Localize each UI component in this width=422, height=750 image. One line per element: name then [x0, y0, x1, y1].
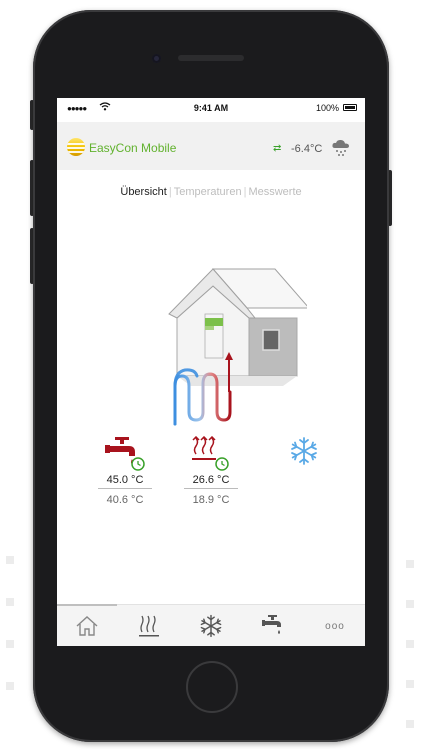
hot-water-current: 45.0 °C	[106, 474, 144, 486]
bg-square	[406, 720, 414, 728]
bottom-navigation: ooo	[57, 604, 365, 646]
snowflake-icon	[269, 436, 339, 472]
home-icon	[76, 616, 98, 636]
bg-square	[406, 680, 414, 688]
bg-square	[6, 682, 14, 690]
cooling-status[interactable]	[269, 436, 339, 472]
hot-water-status[interactable]: 45.0 °C 40.6 °C	[90, 436, 160, 508]
bg-square	[406, 600, 414, 608]
tab-overview[interactable]: Übersicht	[120, 186, 166, 198]
heating-target: 18.9 °C	[192, 494, 230, 506]
app-header: EasyCon Mobile ⇄ -6.4°C	[57, 122, 365, 170]
heating-icon	[176, 436, 246, 472]
bg-square	[6, 598, 14, 606]
nav-cooling[interactable]	[191, 611, 231, 641]
heating-current: 26.6 °C	[192, 474, 230, 486]
faucet-icon	[262, 615, 281, 634]
bg-square	[6, 640, 14, 648]
earpiece-speaker	[178, 55, 244, 61]
view-tabs: Übersicht | Temperaturen | Messwerte	[120, 186, 302, 198]
home-button[interactable]	[186, 661, 238, 713]
faucet-icon	[90, 436, 160, 472]
snowflake-icon	[200, 614, 222, 638]
logo-icon	[67, 138, 85, 156]
outdoor-temperature: -6.4°C	[291, 143, 323, 155]
bg-square	[6, 556, 14, 564]
hot-water-target: 40.6 °C	[106, 494, 144, 506]
cloud-snow-icon	[331, 137, 351, 162]
heating-status[interactable]: 26.6 °C 18.9 °C	[176, 436, 246, 508]
battery-percent: 100%	[315, 103, 339, 113]
heating-icon	[139, 615, 159, 637]
status-bar: ●●●●● 9:41 AM 100%	[57, 98, 365, 118]
sync-arrows-icon: ⇄	[273, 143, 282, 154]
battery-icon	[343, 104, 357, 111]
nav-hot-water[interactable]	[253, 611, 293, 641]
app-screen: ●●●●● 9:41 AM 100% EasyCon Mobile ⇄ -6.4…	[57, 98, 365, 646]
active-tab-indicator	[57, 604, 117, 606]
bg-square	[406, 640, 414, 648]
tab-temperatures[interactable]: Temperaturen	[174, 186, 242, 198]
nav-heating[interactable]	[129, 611, 169, 641]
tab-measurements[interactable]: Messwerte	[248, 186, 301, 198]
bg-square	[406, 560, 414, 568]
nav-more[interactable]: ooo	[315, 611, 355, 641]
nav-home[interactable]	[67, 611, 107, 641]
app-title: EasyCon Mobile	[89, 141, 177, 155]
front-camera	[152, 54, 161, 63]
house-illustration	[167, 266, 311, 431]
